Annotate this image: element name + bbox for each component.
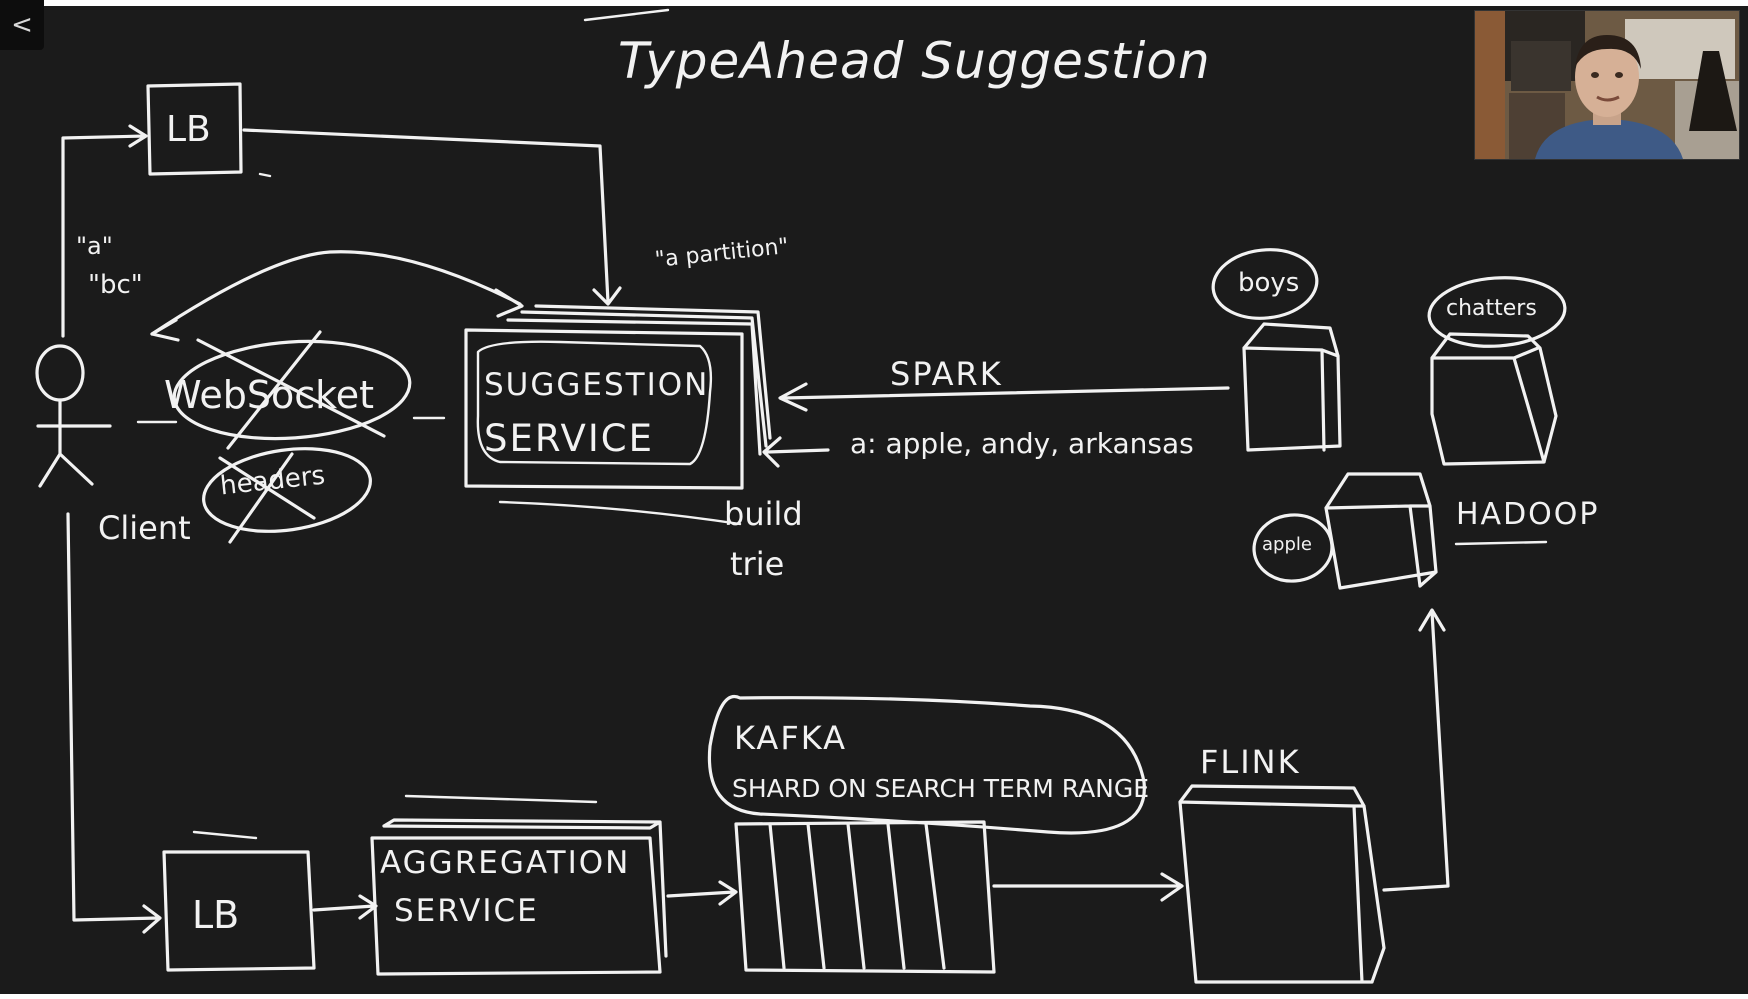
whiteboard: TypeAhead Suggestion LB "a" "bc" "a part… bbox=[0, 6, 1748, 994]
arrow-kafka-to-flink bbox=[992, 872, 1184, 902]
apple-cube-icon bbox=[1324, 472, 1438, 590]
suggestion-service-label-1: SUGGESTION bbox=[484, 367, 710, 403]
arrow-aggregation-to-kafka bbox=[666, 880, 738, 906]
lb-top-label: LB bbox=[166, 109, 211, 150]
hadoop-underline bbox=[1454, 540, 1548, 546]
hadoop-label: HADOOP bbox=[1456, 497, 1600, 532]
title-stroke bbox=[583, 8, 670, 22]
arrow-spark bbox=[778, 382, 1230, 412]
spark-output-label: a: apple, andy, arkansas bbox=[850, 427, 1194, 460]
kafka-shard-note: SHARD ON SEARCH TERM RANGE bbox=[732, 774, 1150, 803]
build-trie-label-2: trie bbox=[730, 545, 785, 583]
arrow-curve-to-service bbox=[150, 250, 524, 336]
chevron-left-icon: < bbox=[11, 10, 33, 40]
lb-bottom-label: LB bbox=[192, 893, 240, 937]
chatters-label: chatters bbox=[1446, 296, 1537, 321]
request-bc-label: "bc" bbox=[88, 270, 143, 300]
kafka-label: KAFKA bbox=[734, 719, 848, 757]
websocket-label: WebSocket bbox=[164, 373, 375, 417]
arrow-lb-to-suggestion bbox=[242, 128, 622, 306]
flink-box bbox=[1178, 784, 1386, 984]
request-a-label: "a" bbox=[76, 232, 113, 260]
flink-label: FLINK bbox=[1200, 743, 1301, 781]
arrow-client-to-bottom-lb bbox=[66, 512, 162, 934]
boys-cube-icon bbox=[1242, 322, 1342, 452]
client-figure-icon bbox=[35, 344, 112, 488]
kafka-bubble bbox=[707, 695, 1146, 835]
spark-label: SPARK bbox=[890, 355, 1003, 393]
page-title: TypeAhead Suggestion bbox=[618, 32, 1211, 90]
client-label: Client bbox=[98, 509, 191, 547]
arrow-client-to-lb bbox=[61, 124, 148, 338]
presenter-webcam bbox=[1474, 10, 1740, 160]
kafka-partitions bbox=[734, 820, 996, 974]
suggestion-service-label-2: SERVICE bbox=[484, 417, 654, 460]
arrow-curve-to-client bbox=[150, 318, 180, 342]
video-frame: TypeAhead Suggestion LB "a" "bc" "a part… bbox=[0, 0, 1748, 999]
aggregation-service-box bbox=[370, 794, 668, 976]
build-trie-label-1: build bbox=[724, 495, 803, 533]
aggregation-service-label-1: AGGREGATION bbox=[380, 845, 631, 881]
arrow-lb-to-aggregation bbox=[312, 894, 378, 920]
back-button[interactable]: < bbox=[0, 0, 44, 50]
apple-label: apple bbox=[1262, 534, 1312, 555]
build-trie-line bbox=[498, 500, 742, 526]
aggregation-service-label-2: SERVICE bbox=[394, 893, 539, 929]
arrow-spark-output bbox=[762, 436, 830, 468]
arrow-flink-to-hadoop bbox=[1382, 608, 1450, 892]
chatters-cube-icon bbox=[1430, 332, 1558, 466]
boys-label: boys bbox=[1238, 268, 1300, 298]
